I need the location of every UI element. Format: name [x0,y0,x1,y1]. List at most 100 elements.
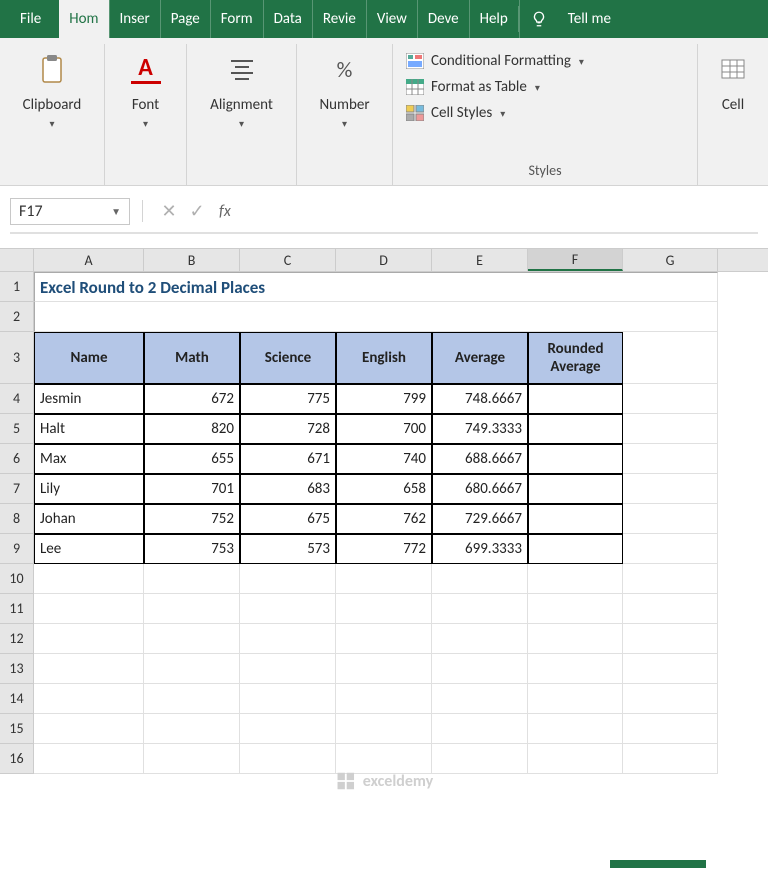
empty-cell[interactable] [336,684,432,714]
empty-cell[interactable] [240,744,336,774]
row-header-10[interactable]: 10 [0,564,34,594]
empty-cell[interactable] [432,684,528,714]
table-cell[interactable]: 820 [144,414,240,444]
row-header-16[interactable]: 16 [0,744,34,774]
table-cell[interactable]: Lily [34,474,144,504]
empty-cell[interactable] [432,624,528,654]
cells-area[interactable]: Excel Round to 2 Decimal Places NameMathS… [34,272,768,774]
table-header[interactable]: Average [432,332,528,384]
tab-file[interactable]: File [6,0,59,38]
name-box[interactable]: F17 ▼ [10,198,130,225]
empty-cell[interactable] [528,564,623,594]
row-header-12[interactable]: 12 [0,624,34,654]
font-button[interactable]: A Font ▾ [123,48,169,136]
tab-page[interactable]: Page [160,0,210,38]
empty-cell[interactable] [144,654,240,684]
alignment-button[interactable]: Alignment ▾ [202,48,281,136]
table-cell[interactable]: Lee [34,534,144,564]
table-cell[interactable]: 699.3333 [432,534,528,564]
cell-styles-button[interactable]: Cell Styles ▾ [405,102,685,124]
table-cell[interactable]: 680.6667 [432,474,528,504]
empty-cell[interactable] [336,744,432,774]
empty-cell[interactable] [240,594,336,624]
empty-cell[interactable] [432,744,528,774]
col-header-E[interactable]: E [432,249,528,271]
table-cell[interactable]: 752 [144,504,240,534]
col-header-F[interactable]: F [528,249,623,271]
table-cell[interactable]: 728 [240,414,336,444]
empty-cell[interactable] [336,594,432,624]
table-cell[interactable]: 675 [240,504,336,534]
format-as-table-button[interactable]: Format as Table ▾ [405,76,685,98]
row-header-15[interactable]: 15 [0,714,34,744]
table-header[interactable]: Math [144,332,240,384]
empty-cell[interactable] [528,624,623,654]
col-header-G[interactable]: G [623,249,718,271]
empty-cell[interactable] [528,744,623,774]
fx-icon[interactable]: fx [219,202,231,221]
row-header-13[interactable]: 13 [0,654,34,684]
table-cell[interactable]: 700 [336,414,432,444]
empty-cell[interactable] [623,534,718,564]
empty-cell[interactable] [623,474,718,504]
row-header-5[interactable]: 5 [0,414,34,444]
table-cell[interactable]: Johan [34,504,144,534]
empty-cell[interactable] [528,594,623,624]
table-cell[interactable]: 762 [336,504,432,534]
row-header-8[interactable]: 8 [0,504,34,534]
table-cell[interactable]: 655 [144,444,240,474]
title-cell[interactable]: Excel Round to 2 Decimal Places [34,272,718,302]
table-cell[interactable]: 573 [240,534,336,564]
table-cell[interactable]: 772 [336,534,432,564]
empty-cell[interactable] [623,444,718,474]
empty-cell[interactable] [432,714,528,744]
empty-cell[interactable] [432,654,528,684]
row-header-11[interactable]: 11 [0,594,34,624]
table-header[interactable]: Science [240,332,336,384]
table-cell[interactable]: Max [34,444,144,474]
table-header[interactable]: Name [34,332,144,384]
table-cell[interactable]: 658 [336,474,432,504]
empty-cell[interactable] [336,654,432,684]
number-button[interactable]: % Number ▾ [311,48,377,136]
row-header-9[interactable]: 9 [0,534,34,564]
empty-cell[interactable] [623,564,718,594]
row-header-14[interactable]: 14 [0,684,34,714]
empty-cell[interactable] [240,624,336,654]
table-cell[interactable]: 749.3333 [432,414,528,444]
empty-cell[interactable] [240,684,336,714]
table-cell[interactable]: 740 [336,444,432,474]
empty-cell[interactable] [144,714,240,744]
col-header-D[interactable]: D [336,249,432,271]
table-cell[interactable]: 748.6667 [432,384,528,414]
empty-cell[interactable] [623,714,718,744]
empty-cell[interactable] [528,684,623,714]
row-header-2[interactable]: 2 [0,302,34,332]
tab-home[interactable]: Hom [59,0,108,38]
empty-cell[interactable] [240,564,336,594]
table-cell[interactable] [528,384,623,414]
table-cell[interactable]: 683 [240,474,336,504]
table-cell[interactable]: 672 [144,384,240,414]
table-cell[interactable]: 701 [144,474,240,504]
empty-cell[interactable] [34,302,718,332]
chevron-down-icon[interactable]: ▼ [111,205,121,218]
table-header[interactable]: English [336,332,432,384]
empty-cell[interactable] [144,564,240,594]
empty-cell[interactable] [34,744,144,774]
conditional-formatting-button[interactable]: Conditional Formatting ▾ [405,50,685,72]
accept-formula-button[interactable]: ✓ [183,200,211,222]
cells-button[interactable]: Cell [710,48,756,120]
table-cell[interactable] [528,504,623,534]
tab-insert[interactable]: Inser [109,0,160,38]
table-cell[interactable]: 799 [336,384,432,414]
tell-me[interactable]: Tell me [558,0,621,38]
table-cell[interactable] [528,534,623,564]
lightbulb-icon[interactable] [519,0,558,38]
table-cell[interactable]: 753 [144,534,240,564]
empty-cell[interactable] [34,714,144,744]
empty-cell[interactable] [623,332,718,384]
empty-cell[interactable] [432,564,528,594]
table-cell[interactable]: Halt [34,414,144,444]
empty-cell[interactable] [623,744,718,774]
